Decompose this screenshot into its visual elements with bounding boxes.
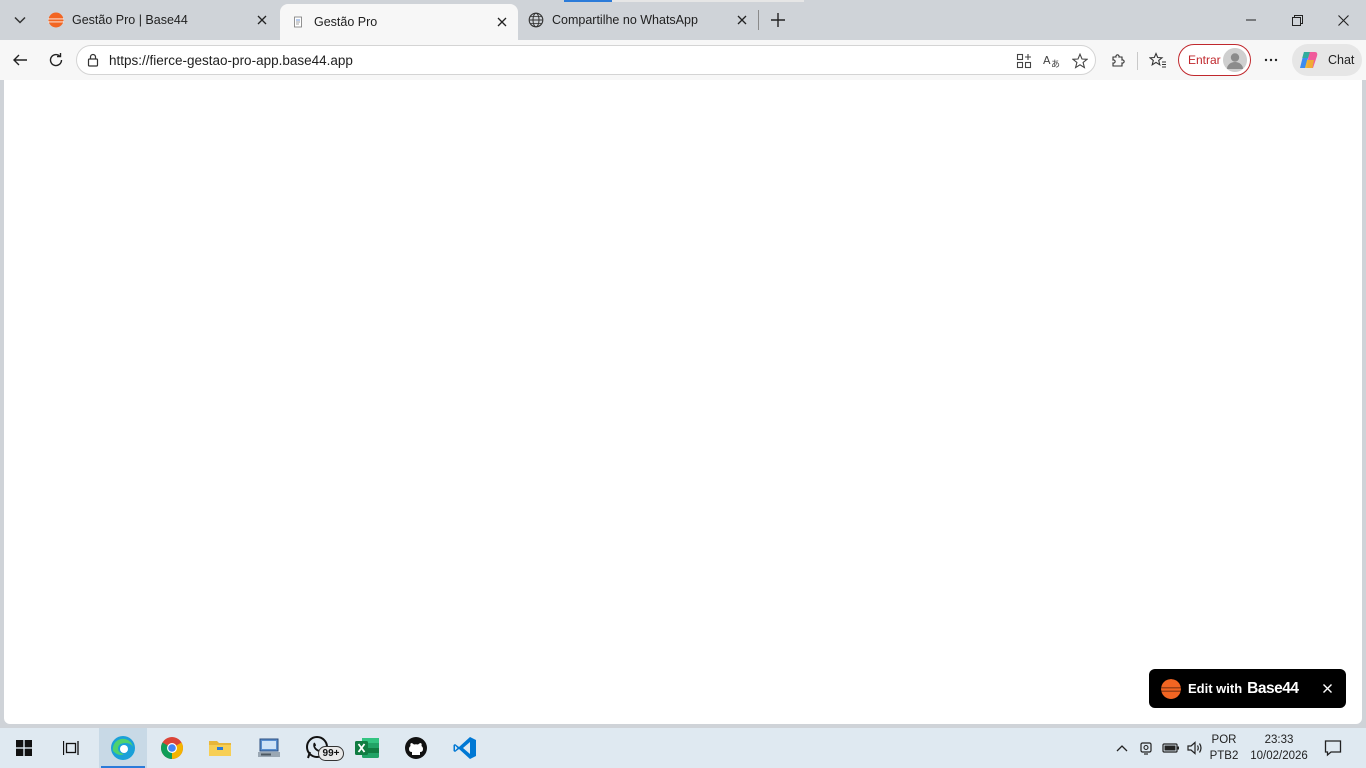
- clock-date: 10/02/2026: [1250, 750, 1308, 762]
- svg-text:あ: あ: [1051, 59, 1060, 69]
- translate-icon[interactable]: Aあ: [1041, 50, 1063, 72]
- back-arrow-icon: [13, 54, 27, 66]
- favorite-star-icon[interactable]: [1069, 50, 1091, 72]
- restore-button[interactable]: [1274, 0, 1320, 40]
- more-options-button[interactable]: [1257, 46, 1285, 74]
- show-hidden-icons-button[interactable]: [1112, 728, 1132, 768]
- tab-title: Compartilhe no WhatsApp: [552, 13, 698, 27]
- vscode-icon: [453, 737, 476, 759]
- copilot-chat-button[interactable]: Chat: [1292, 44, 1362, 76]
- meet-now-tray-button[interactable]: [1136, 728, 1158, 768]
- windows-logo-icon: [16, 740, 32, 756]
- taskbar-excel[interactable]: [343, 728, 391, 768]
- taskbar-whatsapp[interactable]: 99+: [294, 728, 344, 768]
- tab-actions-menu-button[interactable]: [6, 6, 34, 34]
- close-icon: [1337, 14, 1349, 26]
- tab-title: Gestão Pro | Base44: [72, 13, 188, 27]
- chat-label: Chat: [1328, 53, 1355, 67]
- edit-with-label: Edit with: [1188, 681, 1243, 696]
- tab-strip: Gestão Pro | Base44 Gestão Pro Compartil…: [0, 0, 1366, 40]
- github-icon: [405, 737, 427, 759]
- tab-separator: [758, 10, 759, 30]
- minimize-button[interactable]: [1228, 0, 1274, 40]
- excel-icon: [355, 738, 379, 758]
- chevron-down-icon: [14, 16, 26, 24]
- back-button[interactable]: [6, 46, 34, 74]
- close-badge-button[interactable]: [1318, 679, 1336, 697]
- system-clock[interactable]: 23:33 10/02/2026: [1246, 732, 1312, 764]
- chrome-icon: [161, 737, 183, 759]
- profile-icon: [1223, 48, 1247, 72]
- folder-icon: [209, 741, 231, 756]
- plus-icon: [771, 13, 785, 27]
- more-icon: [1264, 58, 1278, 62]
- page-viewport: Edit with Base44: [4, 80, 1362, 724]
- camera-icon: [1140, 742, 1152, 755]
- copilot-icon: [1300, 52, 1318, 68]
- base44-logo-icon: [1161, 678, 1181, 699]
- avatar: [1223, 48, 1247, 72]
- close-window-button[interactable]: [1320, 0, 1366, 40]
- notification-icon: [1324, 740, 1342, 757]
- refresh-icon: [49, 53, 63, 67]
- restore-icon: [1291, 14, 1303, 26]
- control-panel-icon: [258, 738, 280, 757]
- windows-taskbar: 99+ POR PTB2 23:33 10/02/2026: [0, 728, 1366, 768]
- minimize-icon: [1246, 19, 1256, 21]
- browser-toolbar: https://fierce-gestao-pro-app.base44.app…: [0, 40, 1366, 80]
- speaker-icon: [1187, 741, 1202, 755]
- keyboard-layout: PTB2: [1209, 750, 1239, 762]
- refresh-button[interactable]: [42, 46, 70, 74]
- taskbar-github-desktop[interactable]: [392, 728, 440, 768]
- document-icon: [290, 14, 306, 30]
- input-language-indicator[interactable]: POR PTB2: [1206, 732, 1242, 764]
- app-available-icon[interactable]: [1013, 50, 1035, 72]
- close-tab-icon[interactable]: [250, 8, 274, 32]
- svg-text:A: A: [1043, 54, 1051, 67]
- lock-icon[interactable]: [85, 52, 101, 68]
- taskbar-edge[interactable]: [99, 728, 147, 768]
- volume-tray-button[interactable]: [1184, 728, 1206, 768]
- close-tab-icon[interactable]: [490, 10, 514, 34]
- start-button[interactable]: [0, 728, 48, 768]
- base44-logo-icon: [48, 12, 64, 28]
- clock-time: 23:33: [1264, 734, 1294, 746]
- new-tab-button[interactable]: [764, 6, 792, 34]
- tab-gestao-pro[interactable]: Gestão Pro: [280, 4, 518, 40]
- globe-icon: [528, 12, 544, 28]
- task-view-icon: [63, 741, 79, 755]
- taskbar-file-explorer[interactable]: [196, 728, 244, 768]
- close-icon: [1322, 683, 1332, 693]
- battery-icon: [1162, 743, 1179, 753]
- tab-title: Gestão Pro: [314, 15, 378, 29]
- favorites-button[interactable]: [1144, 46, 1172, 74]
- action-center-button[interactable]: [1318, 728, 1348, 768]
- puzzle-icon: [1112, 54, 1125, 67]
- signin-button[interactable]: Entrar: [1178, 44, 1251, 76]
- edit-with-base44-badge[interactable]: Edit with Base44: [1149, 669, 1346, 708]
- taskbar-chrome[interactable]: [148, 728, 196, 768]
- close-tab-icon[interactable]: [730, 8, 754, 32]
- toolbar-separator: [1137, 52, 1138, 70]
- edge-icon: [111, 736, 135, 760]
- language-code: POR: [1211, 734, 1237, 746]
- chevron-up-icon: [1116, 745, 1128, 752]
- battery-tray-button[interactable]: [1160, 728, 1182, 768]
- signin-label: Entrar: [1188, 53, 1221, 67]
- notification-count-badge: 99+: [318, 746, 344, 761]
- taskbar-control-panel[interactable]: [245, 728, 293, 768]
- address-bar[interactable]: https://fierce-gestao-pro-app.base44.app…: [76, 45, 1096, 75]
- tab-gestao-pro-base44[interactable]: Gestão Pro | Base44: [38, 0, 278, 40]
- base44-brand-text: Base44: [1247, 679, 1299, 697]
- favorites-icon: [1149, 52, 1166, 68]
- taskbar-vscode[interactable]: [441, 728, 489, 768]
- url-text[interactable]: https://fierce-gestao-pro-app.base44.app: [109, 53, 353, 68]
- extensions-button[interactable]: [1104, 46, 1132, 74]
- task-view-button[interactable]: [48, 728, 96, 768]
- tab-compartilhe-whatsapp[interactable]: Compartilhe no WhatsApp: [518, 0, 758, 40]
